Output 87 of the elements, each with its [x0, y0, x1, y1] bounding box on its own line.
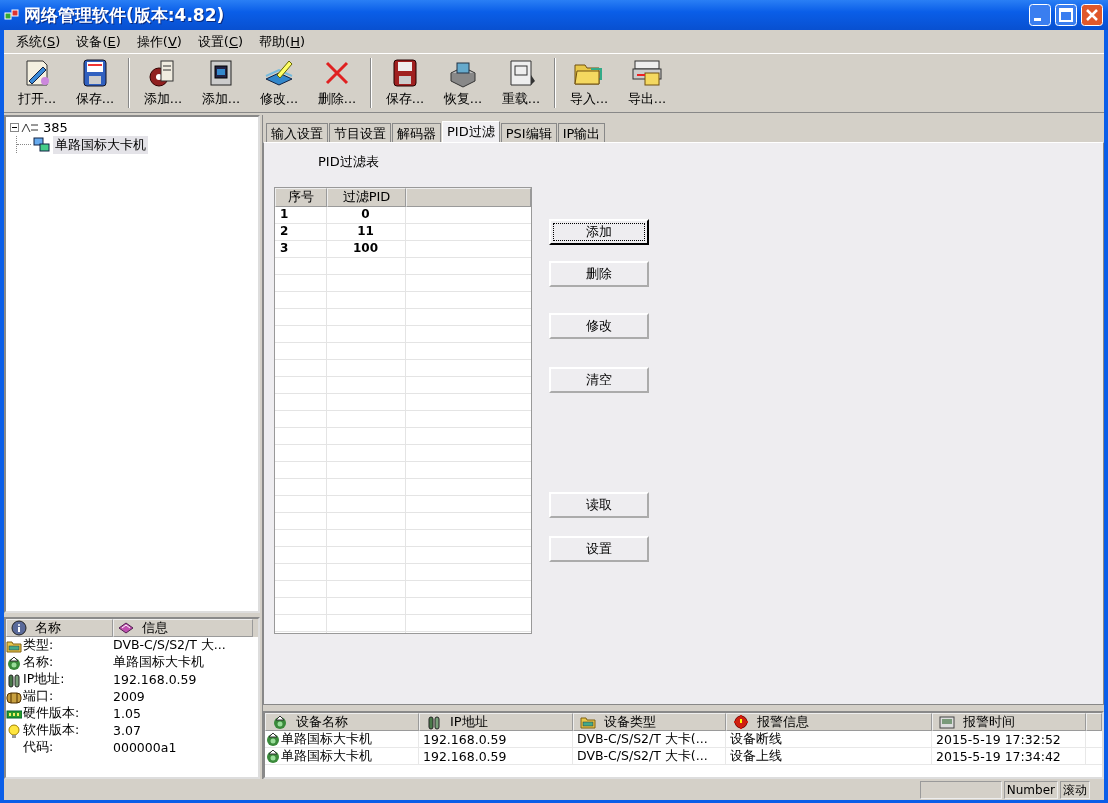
toolbar-button[interactable]: 删除...: [308, 56, 366, 110]
folder-icon: [580, 714, 596, 730]
toolbar-button[interactable]: 添加...: [134, 56, 192, 110]
maximize-icon[interactable]: [1055, 4, 1077, 26]
property-value: 2009: [113, 689, 145, 704]
table-cell: DVB-C/S/S2/T 大卡(...: [577, 747, 708, 765]
menu-item[interactable]: 设备(E): [68, 30, 129, 53]
table-cell: 设备上线: [730, 747, 782, 765]
tree-item[interactable]: 单路国标大卡机: [53, 135, 148, 154]
globe-icon: [272, 714, 288, 730]
toolbar-button[interactable]: 保存...: [66, 56, 124, 110]
toolbar-button[interactable]: 导出...: [618, 56, 676, 110]
tree-item[interactable]: 385: [41, 120, 70, 135]
tab[interactable]: 输入设置: [266, 123, 328, 142]
alert-icon: [733, 714, 749, 730]
property-name: 名称:: [23, 654, 54, 671]
property-name: 端口:: [23, 688, 54, 705]
table-cell: 2015-5-19 17:32:52: [936, 731, 1061, 747]
table-cell-text: 2: [279, 224, 290, 240]
tab[interactable]: PID过滤: [442, 121, 500, 142]
column-header[interactable]: 名称: [6, 619, 113, 637]
menu-item[interactable]: 设置(C): [189, 30, 252, 53]
minimize-icon[interactable]: [1029, 4, 1051, 26]
status-text: 滚动: [1060, 781, 1090, 799]
property-value: 192.168.0.59: [113, 672, 197, 687]
close-icon[interactable]: [1081, 4, 1103, 26]
app-icon: [4, 7, 20, 23]
column-header[interactable]: 过滤PID: [327, 188, 406, 207]
column-header[interactable]: 报警信息: [726, 713, 932, 731]
toolbar-button[interactable]: 保存...: [376, 56, 434, 110]
property-value: 000000a1: [113, 740, 177, 755]
menu-item[interactable]: 帮助(H): [251, 30, 314, 53]
table-cell-text: 11: [356, 224, 375, 240]
column-header[interactable]: IP地址: [419, 713, 573, 731]
window-title: 网络管理软件(版本:4.82): [24, 3, 226, 27]
computers-icon: [33, 136, 51, 153]
toolbar-button[interactable]: 添加...: [192, 56, 250, 110]
table-cell: 2015-5-19 17:34:42: [936, 748, 1061, 764]
table-cell: 192.168.0.59: [423, 731, 507, 747]
column-header[interactable]: 设备名称: [265, 713, 419, 731]
column-header[interactable]: 报警时间: [932, 713, 1086, 731]
property-value: DVB-C/S/S2/T 大...: [113, 637, 226, 654]
toolbar-button[interactable]: 恢复...: [434, 56, 492, 110]
screen-icon: [939, 714, 955, 730]
column-header[interactable]: 设备类型: [573, 713, 726, 731]
table-cell-text: 100: [351, 241, 380, 257]
column-header[interactable]: 序号: [275, 188, 327, 207]
info-icon: [11, 620, 27, 636]
lightbulb-icon: [6, 722, 22, 739]
expand-toggle[interactable]: [10, 123, 19, 132]
table-cell: 单路国标大卡机: [281, 747, 372, 765]
menu-item[interactable]: 操作(V): [128, 30, 190, 53]
push-button[interactable]: 修改: [549, 313, 649, 339]
table-cell-text: 1: [279, 207, 290, 223]
device-icon: [631, 57, 663, 89]
table-cell: 192.168.0.59: [423, 748, 507, 764]
push-button[interactable]: 设置: [549, 536, 649, 562]
column-header[interactable]: 信息: [113, 619, 253, 637]
empty-column-header: [1086, 713, 1102, 731]
property-name: IP地址:: [23, 671, 65, 688]
property-name: 硬件版本:: [23, 705, 80, 722]
status-text: Number: [1003, 781, 1058, 799]
property-value: 1.05: [113, 706, 141, 721]
tab[interactable]: IP输出: [557, 123, 606, 142]
table-cell: 单路国标大卡机: [281, 730, 372, 748]
toolbar-button[interactable]: 导入...: [560, 56, 618, 110]
toolbar-button[interactable]: 打开...: [8, 56, 66, 110]
property-value: 单路国标大卡机: [113, 654, 204, 671]
push-button[interactable]: 读取: [549, 492, 649, 518]
table-cell: DVB-C/S/S2/T 大卡(...: [577, 730, 708, 748]
menu-item[interactable]: 系统(S): [8, 30, 69, 53]
table-title: PID过滤表: [318, 153, 380, 171]
push-button[interactable]: 添加: [549, 219, 649, 245]
table-cell-text: 3: [279, 241, 290, 257]
push-button[interactable]: 清空: [549, 367, 649, 393]
tab[interactable]: 解码器: [392, 123, 441, 142]
tab[interactable]: 节目设置: [329, 123, 391, 142]
toolbar-button[interactable]: 重载...: [492, 56, 550, 110]
property-name: 软件版本:: [23, 722, 80, 739]
table-cell: 设备断线: [730, 730, 782, 748]
property-value: 3.07: [113, 723, 141, 738]
property-name: 类型:: [23, 637, 54, 654]
push-button[interactable]: 删除: [549, 261, 649, 287]
table-cell-text: 0: [360, 207, 371, 223]
property-name: 代码:: [23, 739, 54, 756]
toolbar-button[interactable]: 修改...: [250, 56, 308, 110]
tab[interactable]: PSI编辑: [500, 123, 557, 142]
